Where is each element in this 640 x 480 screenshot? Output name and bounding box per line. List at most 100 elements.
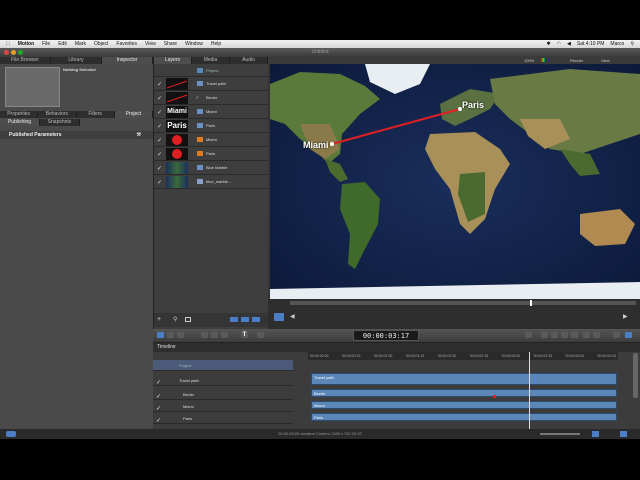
layer-row-project[interactable]: Project: [154, 64, 269, 77]
clock[interactable]: Sat 4:10 PM: [577, 41, 605, 47]
timeline-scrollbar[interactable]: [633, 353, 638, 398]
timecode-display[interactable]: 00:00:03:17: [353, 330, 419, 341]
mask-tool-icon[interactable]: [257, 332, 264, 338]
go-to-start-icon[interactable]: ◀: [290, 313, 295, 320]
pan-tool-icon[interactable]: [167, 332, 174, 338]
row-checkbox[interactable]: ✓: [156, 393, 161, 400]
status-toggle-icon[interactable]: [6, 431, 16, 437]
share-icon[interactable]: [593, 332, 600, 338]
mini-timeline-playhead[interactable]: [530, 300, 532, 306]
user-name[interactable]: Marco: [610, 41, 624, 47]
apple-icon[interactable]: : [6, 41, 10, 47]
add-layer-icon[interactable]: +: [157, 316, 161, 323]
layer-row[interactable]: ✓ blue_marble...: [154, 175, 269, 189]
layer-row[interactable]: ✓ Paris Paris: [154, 119, 269, 133]
row-checkbox[interactable]: ✓: [156, 379, 161, 386]
tab-filters[interactable]: Filters: [77, 111, 115, 118]
menu-file[interactable]: File: [42, 41, 50, 47]
layer-row[interactable]: ✓ Paris: [154, 147, 269, 161]
timeline-ruler[interactable]: 00:00:00:00 00:00:00:15 00:00:01:00 00:0…: [308, 352, 618, 360]
menu-object[interactable]: Object: [94, 41, 108, 47]
keyframe-marker[interactable]: [493, 395, 496, 398]
menu-share[interactable]: Share: [164, 41, 177, 47]
menu-help[interactable]: Help: [211, 41, 221, 47]
timeline-row[interactable]: ✓ Bezier: [153, 389, 293, 400]
menu-window[interactable]: Window: [185, 41, 203, 47]
timeline-bar[interactable]: Bezier: [311, 389, 617, 397]
tab-file-browser[interactable]: File Browser: [0, 57, 51, 64]
generator-icon[interactable]: [551, 332, 558, 338]
menu-view[interactable]: View: [145, 41, 156, 47]
timeline-view-icon[interactable]: [592, 431, 599, 437]
timeline-bar[interactable]: Travel path: [311, 373, 617, 385]
fullscreen-icon[interactable]: [613, 332, 620, 338]
row-checkbox[interactable]: ✓: [156, 405, 161, 412]
tab-project[interactable]: Project: [114, 111, 153, 118]
layer-row[interactable]: ✓ Miami Miami: [154, 105, 269, 119]
tab-snapshots[interactable]: Snapshots: [40, 119, 80, 126]
camera-icon[interactable]: [541, 332, 548, 338]
view-mode-icon[interactable]: [230, 317, 238, 322]
shape-tool-icon[interactable]: [201, 332, 208, 338]
expand-icon[interactable]: [625, 332, 632, 338]
layer-visibility-checkbox[interactable]: ✓: [157, 95, 162, 102]
mini-timeline-track[interactable]: [290, 301, 636, 305]
minimize-button[interactable]: [11, 50, 16, 55]
layer-visibility-checkbox[interactable]: ✓: [157, 179, 162, 186]
mask-icon[interactable]: [185, 317, 191, 322]
layer-row[interactable]: ✓ ∕ Bezier: [154, 91, 269, 105]
miami-point[interactable]: [330, 142, 334, 146]
select-tool-icon[interactable]: [157, 332, 164, 338]
tab-media[interactable]: Media: [192, 57, 230, 64]
settings-icon[interactable]: [583, 332, 590, 338]
zoom-slider[interactable]: [540, 433, 580, 435]
render-menu[interactable]: Render: [570, 58, 583, 63]
menu-app-motion[interactable]: Motion: [18, 41, 34, 47]
menu-mark[interactable]: Mark: [75, 41, 86, 47]
wrench-icon[interactable]: ⚒: [137, 131, 141, 139]
timeline-playhead[interactable]: [529, 352, 530, 430]
layer-row[interactable]: ✓ Miami: [154, 133, 269, 147]
layer-row[interactable]: ✓ Travel path: [154, 77, 269, 91]
view-mode-icon[interactable]: [252, 317, 260, 322]
layer-visibility-checkbox[interactable]: ✓: [157, 123, 162, 130]
view-mode-icon[interactable]: [241, 317, 249, 322]
text-tool-icon[interactable]: T: [241, 332, 248, 338]
go-to-end-icon[interactable]: ▶: [623, 313, 628, 320]
timeline-row[interactable]: ✓ Travel path: [153, 375, 293, 386]
timeline-bar[interactable]: Miami: [311, 401, 617, 409]
layer-visibility-checkbox[interactable]: ✓: [157, 151, 162, 158]
filter-icon[interactable]: [561, 332, 568, 338]
zoom-tool-icon[interactable]: [177, 332, 184, 338]
layer-visibility-checkbox[interactable]: ✓: [157, 137, 162, 144]
layer-visibility-checkbox[interactable]: ✓: [157, 109, 162, 116]
particle-icon[interactable]: [571, 332, 578, 338]
search-icon[interactable]: ⚲: [173, 316, 177, 323]
timeline-view-icon[interactable]: [620, 431, 627, 437]
bluetooth-icon[interactable]: ✱: [546, 41, 550, 47]
bezier-tool-icon[interactable]: [211, 332, 218, 338]
row-checkbox[interactable]: ✓: [156, 417, 161, 424]
layer-visibility-checkbox[interactable]: ✓: [157, 81, 162, 88]
timeline-row[interactable]: ✓ Miami: [153, 401, 293, 412]
menu-edit[interactable]: Edit: [58, 41, 67, 47]
volume-icon[interactable]: ◀: [567, 41, 571, 47]
record-icon[interactable]: [525, 332, 532, 338]
wifi-icon[interactable]: ◠: [557, 41, 561, 47]
layer-visibility-checkbox[interactable]: ✓: [157, 165, 162, 172]
tab-audio[interactable]: Audio: [230, 57, 268, 64]
miami-label[interactable]: Miami: [303, 140, 329, 150]
timeline-row[interactable]: ✓ Paris: [153, 413, 293, 424]
tab-library[interactable]: Library: [51, 57, 102, 64]
canvas-map[interactable]: Paris Miami: [270, 64, 640, 299]
layer-row[interactable]: ✓ Blue Marble: [154, 161, 269, 175]
color-channel-icon[interactable]: [541, 58, 546, 62]
menu-favorites[interactable]: Favorites: [116, 41, 137, 47]
timeline-row-project[interactable]: Project: [153, 360, 293, 371]
tab-layers[interactable]: Layers: [154, 57, 192, 64]
spotlight-icon[interactable]: ⚲: [630, 41, 634, 47]
paint-tool-icon[interactable]: [221, 332, 228, 338]
tab-properties[interactable]: Properties: [0, 111, 39, 118]
tab-inspector[interactable]: Inspector: [102, 57, 153, 64]
paris-label[interactable]: Paris: [462, 100, 484, 110]
